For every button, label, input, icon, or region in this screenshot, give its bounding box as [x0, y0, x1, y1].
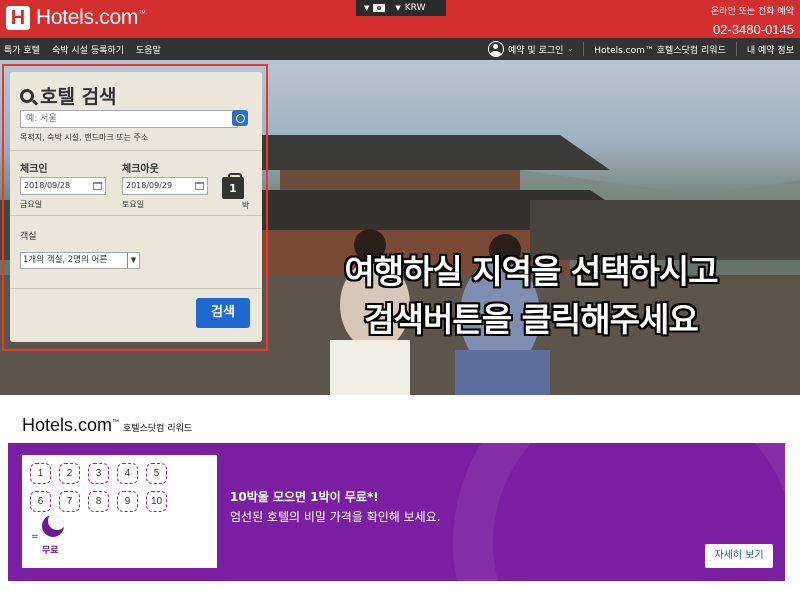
nav-my-bookings[interactable]: 내 예약 정보 [747, 43, 794, 56]
stamp: 2 [59, 463, 80, 484]
stamp: 6 [30, 491, 51, 512]
hotel-search-panel: 호텔 검색 목적지, 숙박 시설, 랜드마크 또는 주소 체크인 2018/09… [10, 72, 262, 342]
calendar-icon [195, 182, 204, 190]
nav-divider [583, 42, 585, 56]
crosshair-icon [235, 113, 245, 123]
rooms-select[interactable]: 1개의 객실, 2명의 어른 ▼ [20, 252, 140, 269]
checkout-weekday: 토요일 [122, 200, 145, 209]
nights-label: 박 [242, 201, 250, 210]
checkout-label: 체크아웃 [122, 164, 159, 175]
checkout-date-field[interactable]: 2018/09/29 [122, 177, 208, 195]
nights-count-badge: 1 [222, 173, 244, 199]
nav-deals[interactable]: 특가 호텔 [4, 43, 40, 56]
rooms-label: 객실 [20, 232, 37, 242]
login-menu[interactable]: 예약 및 로그인 ⌄ [488, 41, 573, 57]
chevron-down-icon: ⌄ [567, 45, 574, 53]
chevron-down-icon: ▼ [395, 4, 401, 12]
moon-icon [42, 515, 64, 537]
learn-more-button[interactable]: 자세히 보기 [705, 544, 773, 568]
checkin-weekday: 금요일 [20, 200, 43, 209]
stamp: 3 [88, 463, 109, 484]
chevron-down-icon: ▼ [127, 253, 139, 268]
checkin-label: 체크인 [20, 164, 48, 175]
stamp-grid: 1 2 3 4 5 6 7 8 9 10 [30, 463, 167, 512]
rewards-logo: Hotels.com™ [22, 415, 120, 435]
divider [10, 150, 262, 151]
login-label: 예약 및 로그인 [508, 45, 564, 56]
stamp: 8 [88, 491, 109, 512]
equals-sign: = [31, 532, 39, 542]
site-logo[interactable]: H Hotels.com™ [6, 6, 146, 30]
rewards-heading: Hotels.com™ 호텔스닷컴 리워드 [22, 415, 192, 436]
nav-rewards[interactable]: Hotels.com™ 호텔스닷컴 리워드 [594, 43, 726, 56]
phone-number[interactable]: 02-3480-0145 [711, 22, 794, 37]
stamp: 9 [117, 491, 138, 512]
stamp: 5 [146, 463, 167, 484]
user-avatar-icon [488, 41, 505, 57]
stamp: 1 [30, 463, 51, 484]
search-title-text: 호텔 검색 [40, 86, 117, 108]
stamp: 4 [117, 463, 138, 484]
nav-help[interactable]: 도움말 [136, 43, 161, 56]
hero-message: 여행하실 지역을 선택하시고 검색버튼을 클릭해주세요 [286, 248, 776, 344]
rooms-value: 1개의 객실, 2명의 어른 [23, 255, 108, 265]
stamp-card: 1 2 3 4 5 6 7 8 9 10 = 무료 [22, 455, 217, 568]
rewards-title: 10박을 모으면 1박이 무료*! [230, 490, 379, 504]
hero-line-2: 검색버튼을 클릭해주세요 [364, 300, 698, 339]
nav-list-property[interactable]: 숙박 시설 등록하기 [52, 43, 124, 56]
destination-hint: 목적지, 숙박 시설, 랜드마크 또는 주소 [20, 133, 149, 142]
checkout-date-value: 2018/09/29 [126, 181, 173, 190]
currency-label: KRW [404, 3, 426, 13]
stamp: 10 [146, 491, 167, 512]
contact-info: 온라인 또는 전화 예약 02-3480-0145 [711, 4, 794, 37]
stamp: 7 [59, 491, 80, 512]
nav-divider [735, 42, 737, 56]
current-location-button[interactable] [232, 110, 248, 126]
chevron-down-icon: ▼ [364, 4, 370, 12]
free-night-label: 무료 [42, 546, 59, 556]
checkin-date-value: 2018/09/28 [24, 181, 71, 190]
search-title: 호텔 검색 [20, 82, 117, 109]
logo-h-icon: H [6, 6, 30, 30]
destination-input[interactable] [20, 110, 238, 128]
search-icon [20, 88, 34, 103]
logo-text: Hotels.com™ [36, 6, 146, 29]
divider [10, 215, 262, 216]
rewards-subtitle: 호텔스닷컴 리워드 [123, 424, 193, 434]
checkin-date-field[interactable]: 2018/09/28 [20, 177, 106, 195]
hero-line-1: 여행하실 지역을 선택하시고 [344, 252, 718, 291]
korea-flag-icon [373, 4, 386, 12]
rewards-description: 엄선된 호텔의 비밀 가격을 확인해 보세요. [230, 510, 441, 524]
locale-selector[interactable]: ▼ ▼ KRW [356, 0, 446, 16]
calendar-icon [93, 182, 102, 190]
main-nav: 특가 호텔 숙박 시설 등록하기 도움말 예약 및 로그인 ⌄ Hotels.c… [0, 38, 800, 60]
top-header: H Hotels.com™ ▼ ▼ KRW 온라인 또는 전화 예약 02-34… [0, 0, 800, 38]
search-button[interactable]: 검색 [196, 298, 250, 328]
divider [10, 288, 262, 289]
contact-label: 온라인 또는 전화 예약 [710, 7, 794, 17]
